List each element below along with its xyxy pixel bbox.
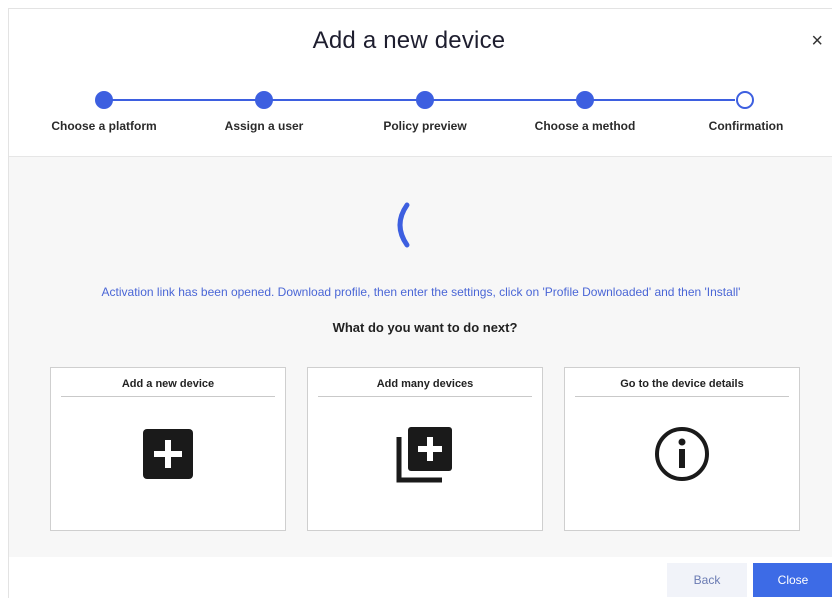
- step-dot-choose-method: [576, 91, 594, 109]
- card-go-to-device-details[interactable]: Go to the device details: [564, 367, 800, 531]
- step-dot-choose-platform: [95, 91, 113, 109]
- modal-title: Add a new device: [312, 27, 506, 54]
- next-step-question: What do you want to do next?: [332, 320, 518, 335]
- activation-message: Activation link has been opened. Downloa…: [101, 285, 741, 299]
- step-label-choose-method: Choose a method: [534, 119, 636, 133]
- modal-footer: Back Close: [9, 557, 832, 598]
- step-label-assign-user: Assign a user: [224, 119, 304, 133]
- modal-body: Activation link has been opened. Downloa…: [9, 157, 832, 557]
- card-title: Go to the device details: [620, 378, 744, 390]
- loading-spinner-icon: [397, 202, 410, 248]
- card-title: Add a new device: [121, 378, 215, 390]
- card-add-new-device[interactable]: Add a new device: [50, 367, 286, 531]
- progress-stepper: Choose a platform Assign a user Policy p…: [9, 89, 832, 139]
- card-divider: [61, 396, 275, 397]
- card-title: Add many devices: [376, 378, 474, 390]
- step-dot-assign-user: [255, 91, 273, 109]
- card-divider: [575, 396, 789, 397]
- card-add-many-devices[interactable]: Add many devices: [307, 367, 543, 531]
- card-divider: [318, 396, 532, 397]
- info-circle-icon: [655, 427, 709, 481]
- back-button[interactable]: Back: [667, 563, 747, 597]
- plus-square-icon: [143, 429, 193, 479]
- step-label-confirmation: Confirmation: [708, 119, 784, 133]
- step-dot-policy-preview: [416, 91, 434, 109]
- step-dot-confirmation: [736, 91, 754, 109]
- modal-header: Add a new device × Choose a platform Ass…: [9, 9, 832, 157]
- close-button[interactable]: Close: [753, 563, 832, 597]
- plus-stack-icon: [396, 427, 452, 483]
- step-label-choose-platform: Choose a platform: [51, 119, 157, 133]
- step-label-policy-preview: Policy preview: [383, 119, 467, 133]
- close-icon[interactable]: ×: [811, 31, 823, 51]
- add-device-modal: Add a new device × Choose a platform Ass…: [8, 8, 832, 598]
